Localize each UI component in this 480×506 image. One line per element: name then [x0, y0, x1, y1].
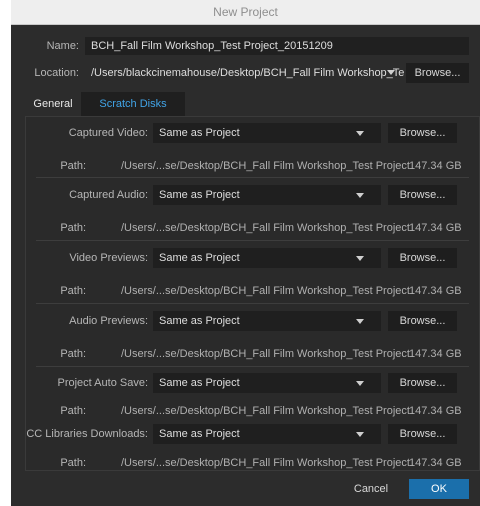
- project-name-input[interactable]: BCH_Fall Film Workshop_Test Project_2015…: [85, 37, 469, 55]
- free-space: 147.34 GB: [409, 457, 462, 469]
- free-space: 147.34 GB: [409, 222, 462, 234]
- chevron-down-icon: [356, 131, 364, 136]
- project-auto-save-value: Same as Project: [159, 377, 240, 389]
- captured-video-dropdown[interactable]: Same as Project: [153, 123, 381, 143]
- tab-bar: General Scratch Disks: [25, 92, 480, 117]
- captured-video-value: Same as Project: [159, 127, 240, 139]
- name-label: Name:: [46, 40, 79, 52]
- free-space: 147.34 GB: [409, 405, 462, 417]
- path-label: Path:: [60, 457, 86, 469]
- divider: [36, 240, 469, 241]
- free-space: 147.34 GB: [409, 348, 462, 360]
- path-label: Path:: [60, 160, 86, 172]
- tab-general[interactable]: General: [25, 92, 81, 116]
- project-auto-save-label: Project Auto Save:: [57, 377, 149, 389]
- video-previews-label: Video Previews:: [69, 252, 148, 264]
- location-path: /Users/blackcinemahouse/Desktop/BCH_Fall…: [91, 67, 405, 79]
- path-value: /Users/...se/Desktop/BCH_Fall Film Works…: [121, 222, 410, 234]
- captured-audio-browse-button[interactable]: Browse...: [388, 185, 457, 205]
- free-space: 147.34 GB: [409, 285, 462, 297]
- path-value: /Users/...se/Desktop/BCH_Fall Film Works…: [121, 160, 410, 172]
- chevron-down-icon: [356, 381, 364, 386]
- location-dropdown[interactable]: /Users/blackcinemahouse/Desktop/BCH_Fall…: [85, 64, 404, 82]
- cc-libraries-downloads-label: CC Libraries Downloads:: [26, 428, 148, 440]
- path-value: /Users/...se/Desktop/BCH_Fall Film Works…: [121, 457, 410, 469]
- divider: [36, 366, 469, 367]
- audio-previews-browse-button[interactable]: Browse...: [388, 311, 457, 331]
- video-previews-dropdown[interactable]: Same as Project: [153, 248, 381, 268]
- path-value: /Users/...se/Desktop/BCH_Fall Film Works…: [121, 285, 410, 297]
- chevron-down-icon: [356, 319, 364, 324]
- audio-previews-value: Same as Project: [159, 315, 240, 327]
- captured-video-browse-button[interactable]: Browse...: [388, 123, 457, 143]
- path-label: Path:: [60, 222, 86, 234]
- title-bar: New Project: [11, 0, 480, 25]
- tab-scratch-disks[interactable]: Scratch Disks: [81, 92, 185, 116]
- cancel-button[interactable]: Cancel: [342, 479, 400, 499]
- cc-libraries-downloads-value: Same as Project: [159, 428, 240, 440]
- path-label: Path:: [60, 285, 86, 297]
- chevron-down-icon: [356, 193, 364, 198]
- divider: [36, 177, 469, 178]
- path-label: Path:: [60, 348, 86, 360]
- location-label: Location:: [34, 67, 79, 79]
- video-previews-browse-button[interactable]: Browse...: [388, 248, 457, 268]
- captured-video-label: Captured Video:: [68, 127, 148, 139]
- chevron-down-icon: [356, 256, 364, 261]
- captured-audio-label: Captured Audio:: [69, 189, 148, 201]
- captured-audio-value: Same as Project: [159, 189, 240, 201]
- project-auto-save-dropdown[interactable]: Same as Project: [153, 373, 381, 393]
- cc-libraries-downloads-dropdown[interactable]: Same as Project: [153, 424, 381, 444]
- audio-previews-label: Audio Previews:: [69, 315, 148, 327]
- chevron-down-icon: [356, 432, 364, 437]
- path-value: /Users/...se/Desktop/BCH_Fall Film Works…: [121, 348, 410, 360]
- project-auto-save-browse-button[interactable]: Browse...: [388, 373, 457, 393]
- cc-libraries-downloads-browse-button[interactable]: Browse...: [388, 424, 457, 444]
- path-label: Path:: [60, 405, 86, 417]
- path-value: /Users/...se/Desktop/BCH_Fall Film Works…: [121, 405, 410, 417]
- new-project-dialog: Name: BCH_Fall Film Workshop_Test Projec…: [11, 25, 480, 506]
- location-browse-button[interactable]: Browse...: [406, 63, 469, 83]
- chevron-down-icon: [387, 70, 395, 75]
- divider: [36, 303, 469, 304]
- scratch-disks-panel: Captured Video: Same as Project Browse..…: [25, 116, 480, 471]
- free-space: 147.34 GB: [409, 160, 462, 172]
- window-title: New Project: [213, 5, 278, 19]
- video-previews-value: Same as Project: [159, 252, 240, 264]
- audio-previews-dropdown[interactable]: Same as Project: [153, 311, 381, 331]
- captured-audio-dropdown[interactable]: Same as Project: [153, 185, 381, 205]
- ok-button[interactable]: OK: [409, 479, 469, 499]
